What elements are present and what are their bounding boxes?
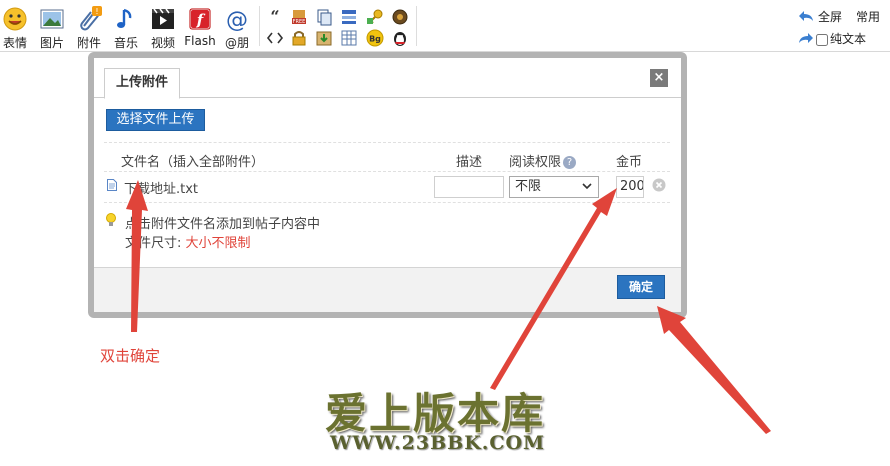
svg-text:!: !	[95, 7, 98, 16]
lock-icon[interactable]	[290, 29, 308, 47]
editor-toolbar: 表情 图片 ! 附件 音乐 视频 f Flash @ @朋 “ FREE Bg …	[0, 0, 890, 52]
svg-text:@: @	[226, 8, 248, 32]
dialog-close-button[interactable]: ×	[650, 69, 668, 87]
download-icon[interactable]	[315, 29, 333, 47]
column-header-permission: 阅读权限?	[509, 151, 577, 170]
undo-arrow-icon[interactable]	[798, 9, 814, 23]
toolbar-separator	[416, 6, 417, 46]
picture-icon	[40, 9, 64, 29]
help-icon[interactable]: ?	[563, 156, 577, 169]
svg-text:“: “	[270, 8, 279, 26]
read-permission-select[interactable]: 不限	[509, 176, 599, 198]
divider	[104, 171, 670, 172]
upload-dialog: 上传附件 × 选择文件上传 文件名（插入全部附件） 描述 阅读权限? 金币 下载…	[94, 58, 681, 312]
file-size-label: 文件尺寸:	[125, 236, 186, 251]
column-header-coins: 金币	[616, 155, 643, 170]
attachment-description-input[interactable]	[434, 176, 504, 198]
bg-icon[interactable]: Bg	[366, 29, 384, 47]
divider	[104, 202, 670, 203]
plaintext-label: 纯文本	[830, 32, 867, 46]
svg-text:FREE: FREE	[293, 19, 306, 25]
toolbar-right-group: 全屏 常用 纯文本	[794, 6, 890, 50]
permission-header-label: 阅读权限	[509, 155, 562, 170]
toolbar-separator	[259, 6, 260, 46]
flash-icon: f	[189, 8, 211, 30]
plaintext-toggle[interactable]: 纯文本	[816, 30, 866, 47]
text-file-icon	[107, 179, 117, 191]
divider	[104, 142, 670, 143]
toolbar-label: Flash	[184, 34, 216, 48]
fullscreen-button[interactable]: 全屏	[818, 8, 842, 25]
lightbulb-icon	[106, 213, 116, 226]
confirm-button[interactable]: 确定	[617, 275, 665, 299]
toolbar-label: 视频	[150, 36, 175, 50]
list-icon[interactable]	[340, 8, 358, 26]
table-icon[interactable]	[340, 29, 358, 47]
svg-text:Bg: Bg	[369, 35, 381, 44]
code-icon[interactable]	[266, 29, 284, 47]
key-icon[interactable]	[366, 8, 384, 26]
toolbar-video-button[interactable]: 视频	[144, 6, 182, 51]
file-size-value: 大小不限制	[185, 236, 251, 251]
tip-file-size: 文件尺寸: 大小不限制	[125, 232, 251, 251]
disc-icon[interactable]	[391, 8, 409, 26]
at-icon: @	[226, 8, 248, 32]
delete-attachment-icon[interactable]	[652, 178, 666, 192]
smiley-icon	[3, 7, 27, 31]
common-button[interactable]: 常用	[856, 8, 880, 25]
qq-penguin-icon[interactable]	[391, 29, 409, 47]
tab-upload-attachment[interactable]: 上传附件	[104, 68, 180, 99]
video-icon	[152, 8, 174, 29]
quote-icon[interactable]: “	[266, 8, 284, 26]
redo-arrow-icon[interactable]	[798, 31, 814, 45]
select-file-upload-button[interactable]: 选择文件上传	[106, 109, 205, 131]
toolbar-label: 音乐	[113, 36, 138, 50]
column-header-description: 描述	[456, 155, 483, 170]
toolbar-label: 图片	[39, 36, 64, 50]
annotation-double-click-label: 双击确定	[100, 347, 161, 365]
attachment-file-name[interactable]: 下载地址.txt	[124, 178, 198, 197]
tip-insert-attachment: 点击附件文件名添加到帖子内容中	[125, 217, 321, 232]
dialog-header: 上传附件 ×	[94, 58, 681, 99]
toolbar-attachment-button[interactable]: ! 附件	[70, 6, 108, 51]
toolbar-flash-button[interactable]: f Flash	[181, 6, 219, 48]
column-header-filename[interactable]: 文件名（插入全部附件）	[121, 151, 264, 170]
dialog-footer	[94, 267, 681, 312]
toolbar-picture-button[interactable]: 图片	[33, 6, 71, 51]
toolbar-label: @朋	[224, 36, 249, 50]
toolbar-smiley-button[interactable]: 表情	[0, 6, 34, 51]
arrow-to-confirm	[657, 306, 771, 434]
paperclip-icon: !	[80, 6, 102, 31]
toolbar-label: 附件	[76, 36, 101, 50]
free-icon[interactable]: FREE	[290, 8, 308, 26]
music-note-icon	[117, 8, 132, 28]
plaintext-checkbox[interactable]	[816, 33, 828, 46]
toolbar-mention-button[interactable]: @ @朋	[218, 6, 256, 51]
watermark-url: WWW.23BBK.COM	[330, 432, 546, 454]
copy-icon[interactable]	[315, 8, 333, 26]
toolbar-label: 表情	[2, 36, 27, 50]
coins-input[interactable]: 200	[616, 176, 644, 198]
read-permission-value: 不限	[515, 179, 542, 194]
chevron-down-icon	[582, 183, 592, 190]
toolbar-music-button[interactable]: 音乐	[107, 6, 145, 51]
